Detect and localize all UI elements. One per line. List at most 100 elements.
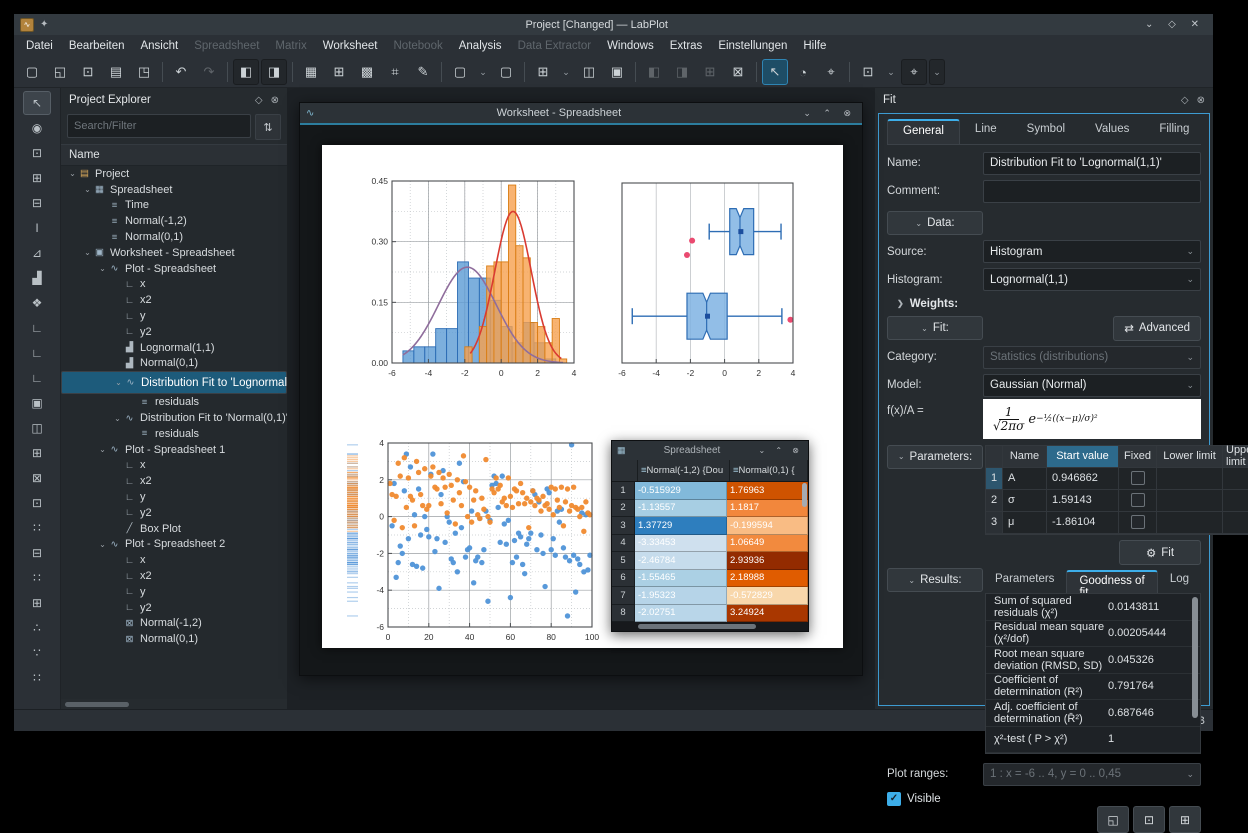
tree-item-plot-spreadsheet-2[interactable]: ⌄ ∿ Plot - Spreadsheet 2 — [61, 537, 287, 553]
menu-worksheet[interactable]: Worksheet — [315, 38, 386, 54]
tree-item-distribution-fit-to-normal-0-1-[interactable]: ⌄ ∿ Distribution Fit to 'Normal(0,1)' — [61, 410, 287, 426]
tree-item-x[interactable]: ∟ x — [61, 552, 287, 568]
cell[interactable]: -3.33453 — [635, 534, 727, 552]
row-number[interactable]: 7 — [612, 587, 635, 605]
param-lower-limit-cell[interactable] — [1157, 511, 1223, 534]
layout-vertical-tool[interactable]: ⊟ — [23, 541, 51, 565]
window-controls[interactable]: ⌄ ◇ ✕ — [1145, 19, 1205, 30]
undo-button[interactable]: ↶ — [168, 59, 194, 85]
tree-hscrollbar[interactable] — [61, 699, 287, 709]
tree-item-normal-0-1-[interactable]: ▟ Normal(0,1) — [61, 356, 287, 372]
spreadsheet-vscrollbar[interactable] — [802, 483, 807, 507]
row-number[interactable]: 6 — [612, 569, 635, 587]
layout-grid-tool[interactable]: ∷ — [23, 516, 51, 540]
new-notebook-button[interactable]: ▢ — [493, 59, 519, 85]
param-header-start-value[interactable]: Start value — [1047, 445, 1119, 468]
tree-item-residuals[interactable]: ≡ residuals — [61, 394, 287, 410]
visible-checkbox[interactable]: ✓ — [887, 792, 901, 806]
new-worksheet-dropdown[interactable]: ⌄ — [475, 59, 491, 85]
data-section-toggle[interactable]: ⌄ Data: — [887, 211, 983, 235]
param-upper-limit-cell[interactable] — [1223, 511, 1248, 534]
fixed-checkbox[interactable] — [1130, 515, 1145, 529]
parameters-section-toggle[interactable]: ⌄ Parameters: — [887, 444, 983, 469]
source-select[interactable]: Histogram ⌄ — [983, 240, 1201, 263]
new-spreadsheet-button[interactable]: ⊞ — [326, 59, 352, 85]
save-button[interactable]: ⊡ — [1133, 806, 1165, 833]
float-dock-icon[interactable]: ◇ — [255, 95, 263, 106]
tree-item-normal-0-1-[interactable]: ⊠ Normal(0,1) — [61, 631, 287, 647]
cell[interactable]: -1.55465 — [635, 569, 727, 587]
menu-ansicht[interactable]: Ansicht — [132, 38, 186, 54]
cell[interactable]: -0.199594 — [727, 517, 808, 535]
toggle-project-explorer-button[interactable]: ◧ — [233, 59, 259, 85]
cell[interactable]: 1.06649 — [727, 534, 808, 552]
name-input[interactable]: Distribution Fit to 'Lognormal(1,1)' — [983, 151, 1201, 175]
expander-icon[interactable]: ⌄ — [67, 169, 78, 178]
tab-symbol[interactable]: Symbol — [1012, 119, 1080, 144]
crosshair-tool[interactable]: ◉ — [23, 116, 51, 140]
expander-icon[interactable]: ⌄ — [97, 540, 108, 549]
zoom-x-tool[interactable]: ⊞ — [23, 166, 51, 190]
add-xy-curve-tool[interactable]: ⊿ — [23, 241, 51, 265]
cell[interactable]: -1.95323 — [635, 587, 727, 605]
menu-bearbeiten[interactable]: Bearbeiten — [61, 38, 133, 54]
param-header-name[interactable]: Name — [1003, 445, 1047, 468]
tree-item-y2[interactable]: ∟ y2 — [61, 505, 287, 521]
close-dock-icon[interactable]: ⊗ — [1197, 95, 1205, 106]
histogram-plot[interactable]: -6 -4 -2 0 2 4 0.00 0.15 0.30 0.45 — [362, 175, 582, 384]
row-number[interactable]: 5 — [612, 552, 635, 570]
color-editor-button[interactable]: ✎ — [410, 59, 436, 85]
results-section-toggle[interactable]: ⌄ Results: — [887, 568, 983, 592]
param-start-value-cell[interactable]: 0.946862 — [1047, 467, 1119, 490]
cell[interactable]: -0.572829 — [727, 587, 808, 605]
spreadsheet-window-controls[interactable]: ⌄ ⌃ ⊗ — [758, 446, 803, 455]
cell[interactable]: 2.93936 — [727, 552, 808, 570]
new-worksheet-button[interactable]: ▢ — [447, 59, 473, 85]
tab-filling[interactable]: Filling — [1144, 119, 1204, 144]
zoom-mode-dropdown[interactable]: ⌄ — [558, 59, 574, 85]
goodness-scrollbar[interactable] — [1192, 597, 1198, 718]
zoom-select-tool[interactable]: ⊡ — [23, 141, 51, 165]
rug-strip[interactable] — [346, 443, 359, 630]
filter-options-icon[interactable]: ⇅ — [255, 114, 281, 140]
search-input[interactable] — [67, 114, 251, 138]
cursor-line-tool[interactable]: I — [23, 216, 51, 240]
select-region-button[interactable]: ⊡ — [855, 59, 881, 85]
recalculate-button[interactable]: ◱ — [1097, 806, 1129, 833]
tree-item-normal-1-2-[interactable]: ⊠ Normal(-1,2) — [61, 616, 287, 632]
tree-item-worksheet-spreadsheet[interactable]: ⌄ ▣ Worksheet - Spreadsheet — [61, 245, 287, 261]
param-name-cell[interactable]: σ — [1003, 489, 1047, 512]
expander-icon[interactable]: ⌄ — [112, 414, 123, 423]
model-select[interactable]: Gaussian (Normal) ⌄ — [983, 373, 1201, 397]
row-number[interactable]: 8 — [612, 604, 635, 622]
expander-icon[interactable]: ⌄ — [97, 445, 108, 454]
tree-item-distribution-fit-to-lognormal-1-1-[interactable]: ⌄∿ Distribution Fit to 'Lognormal(1,1)' — [61, 371, 287, 395]
cell[interactable]: -2.46784 — [635, 552, 727, 570]
column-header[interactable]: ≡ Normal(0,1) { — [730, 460, 808, 481]
box-plot[interactable]: -6 -4 -2 0 2 4 — [614, 175, 799, 384]
tab-line[interactable]: Line — [960, 119, 1012, 144]
menu-analysis[interactable]: Analysis — [451, 38, 510, 54]
menu-hilfe[interactable]: Hilfe — [795, 38, 834, 54]
results-tab-log[interactable]: Log — [1158, 570, 1201, 593]
save-template-button[interactable]: ⊞ — [1169, 806, 1201, 833]
cell[interactable]: 1.1817 — [727, 499, 808, 517]
param-upper-limit-cell[interactable] — [1223, 489, 1248, 512]
select-region-dropdown[interactable]: ⌄ — [883, 59, 899, 85]
tree-item-y[interactable]: ∟ y — [61, 308, 287, 324]
tree-item-project[interactable]: ⌄ ▤ Project — [61, 166, 287, 182]
close-dock-icon[interactable]: ⊗ — [271, 95, 279, 106]
add-kde-plot-tool[interactable]: ❖ — [23, 291, 51, 315]
add-histogram-tool[interactable]: ▟ — [23, 266, 51, 290]
param-header-upper-limit[interactable]: Upper limit — [1223, 444, 1248, 468]
row-number[interactable]: 3 — [612, 517, 635, 535]
comment-input[interactable] — [983, 179, 1201, 203]
column-header[interactable]: ≡ Normal(-1,2) {Dou — [638, 460, 730, 481]
tree-item-plot-spreadsheet[interactable]: ⌄ ∿ Plot - Spreadsheet — [61, 261, 287, 277]
param-lower-limit-cell[interactable] — [1157, 489, 1223, 512]
param-start-value-cell[interactable]: 1.59143 — [1047, 489, 1119, 512]
param-start-value-cell[interactable]: -1.86104 — [1047, 511, 1119, 534]
tree-item-time[interactable]: ≡ Time — [61, 198, 287, 214]
cell[interactable]: 1.37729 — [635, 517, 727, 535]
param-header-fixed[interactable]: Fixed — [1119, 445, 1157, 468]
